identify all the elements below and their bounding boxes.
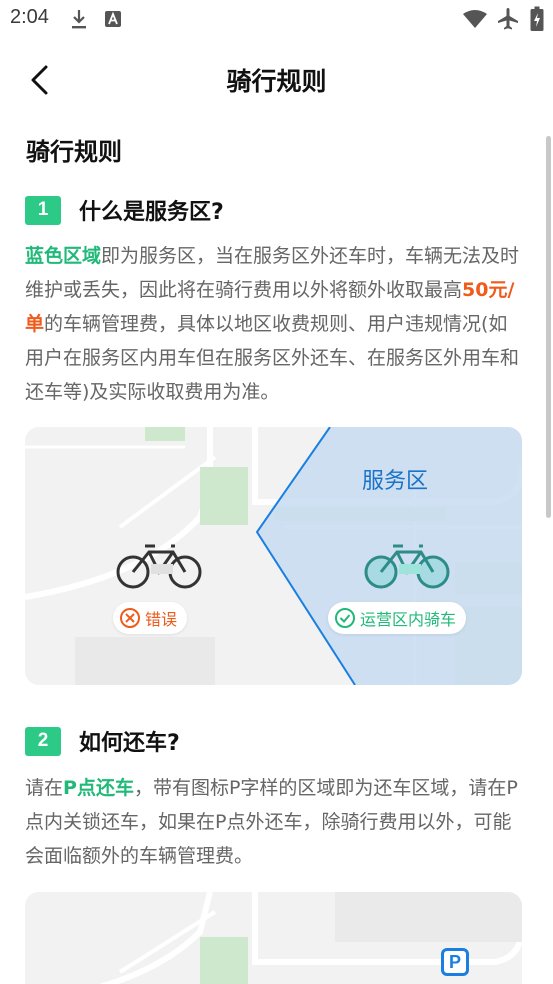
parking-illustration: P [25, 892, 522, 984]
question-title: 如何还车? [79, 731, 180, 756]
wrong-label: 错误 [145, 610, 178, 629]
wifi-icon [463, 10, 487, 28]
scrollbar[interactable] [546, 136, 551, 518]
parking-pin-icon: P [441, 948, 469, 976]
status-time: 2:04 [10, 6, 49, 28]
parking-highlight: P点还车 [63, 777, 134, 799]
keyboard-a-icon [105, 11, 121, 27]
service-zone-illustration: 服务区 错误 运营区内骑车 [25, 427, 522, 685]
airplane-icon [498, 8, 518, 30]
top-app-bar: 骑行规则 [0, 50, 553, 110]
page-title: 骑行规则 [226, 67, 327, 96]
wrong-badge: 错误 [113, 602, 188, 634]
question-1-answer: 蓝色区域即为服务区，当在服务区外还车时，车辆无法及时维护或丢失，因此将在骑行费用… [25, 239, 525, 409]
section-title-text: 骑行规则 [26, 138, 122, 166]
blue-zone-highlight: 蓝色区域 [25, 245, 102, 267]
question-title: 什么是服务区? [79, 200, 224, 225]
status-bar: 2:04 [0, 0, 553, 38]
answer-text: 请在 [25, 777, 64, 799]
question-2-heading: 2 如何还车? [25, 725, 180, 757]
question-2-answer: 请在P点还车，带有图标P字样的区域即为还车区域，请在P点内关锁还车，如果在P点外… [25, 771, 525, 873]
question-number-badge: 2 [25, 726, 61, 756]
answer-text: 的车辆管理费，具体以地区收费规则、用户违规情况(如用户在服务区内用车但在服务区外… [25, 313, 520, 403]
service-zone-label: 服务区 [362, 469, 429, 494]
question-1-heading: 1 什么是服务区? [25, 194, 224, 226]
check-circle-icon [335, 608, 355, 628]
battery-charging-icon [530, 6, 544, 31]
parking-label: P [448, 951, 461, 972]
section-title: 骑行规则 [24, 132, 124, 167]
download-icon [72, 10, 86, 29]
x-circle-icon [120, 608, 140, 628]
map-background [25, 427, 522, 685]
correct-label: 运营区内骑车 [360, 610, 457, 629]
question-number-badge: 1 [25, 195, 61, 225]
correct-badge: 运营区内骑车 [328, 602, 467, 634]
